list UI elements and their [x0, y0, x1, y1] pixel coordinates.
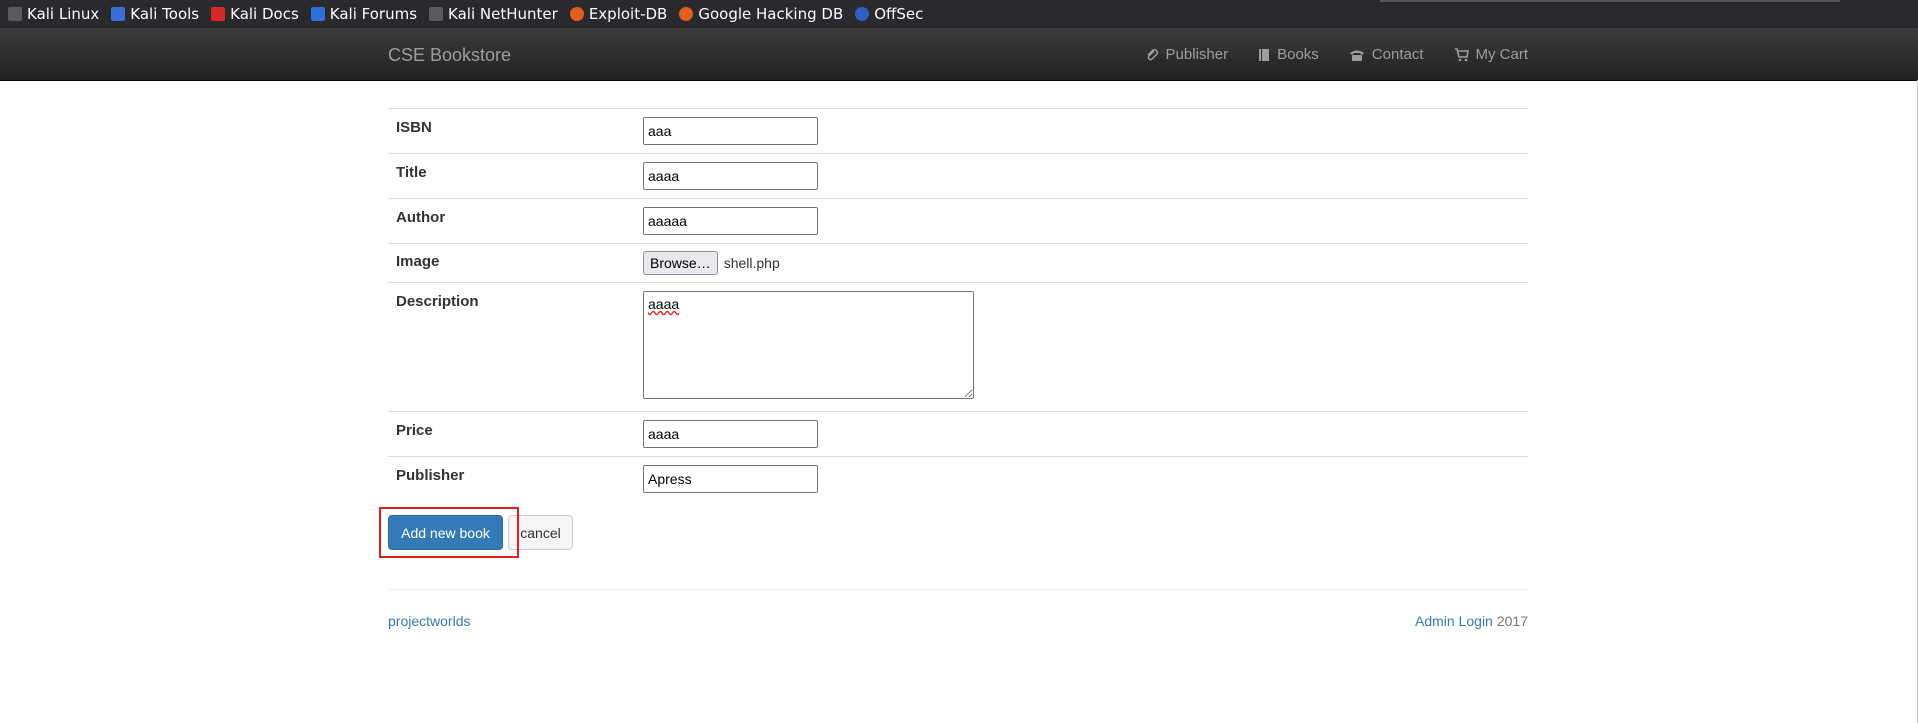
bookmark-label: Exploit-DB — [588, 5, 668, 23]
bookmark-kali-docs[interactable]: Kali Docs — [211, 5, 299, 23]
nav-label: Publisher — [1165, 46, 1229, 63]
bookmark-label: Kali Docs — [230, 5, 299, 23]
kali-dragon-icon — [429, 7, 444, 21]
bookmark-label: OffSec — [874, 5, 924, 23]
form-row-image: Image Browse… shell.php — [388, 243, 1528, 283]
book-icon — [1259, 48, 1270, 61]
form-row-publisher: Publisher — [388, 456, 1528, 502]
bookmark-label: Kali Forums — [329, 5, 418, 23]
kali-tools-icon — [111, 7, 126, 21]
title-input[interactable] — [643, 162, 818, 190]
footer-year: 2017 — [1496, 613, 1528, 629]
bookmark-kali-nethunter[interactable]: Kali NetHunter — [429, 5, 558, 23]
exploit-db-icon — [679, 7, 694, 21]
image-file-input[interactable]: Browse… shell.php — [643, 251, 1520, 275]
selected-file-name: shell.php — [723, 255, 780, 271]
nav-contact[interactable]: Contact — [1349, 46, 1424, 63]
form-row-price: Price — [388, 411, 1528, 457]
brand-link[interactable]: CSE Bookstore — [388, 45, 511, 66]
bookmark-google-hacking-db[interactable]: Google Hacking DB — [679, 5, 843, 23]
navbar: CSE Bookstore Publisher Books Contact My… — [0, 28, 1918, 81]
bookmark-exploit-db[interactable]: Exploit-DB — [569, 5, 668, 23]
isbn-input[interactable] — [643, 117, 818, 145]
form-row-title: Title — [388, 153, 1528, 199]
bookmark-label: Kali Tools — [130, 5, 200, 23]
exploit-db-icon — [569, 7, 584, 21]
nav-label: Books — [1277, 46, 1319, 63]
footer-divider — [388, 589, 1528, 590]
admin-login-link[interactable]: Admin Login — [1415, 613, 1493, 629]
kali-forums-icon — [310, 7, 325, 21]
offsec-icon — [855, 7, 870, 21]
nav-cart[interactable]: My Cart — [1454, 46, 1529, 63]
description-label: Description — [396, 293, 479, 310]
nav-label: Contact — [1371, 46, 1424, 63]
paperclip-icon — [1147, 48, 1158, 60]
kali-dragon-icon — [8, 7, 22, 21]
bookmarks-bar: Kali Linux Kali Tools Kali Docs Kali For… — [0, 0, 1918, 28]
cancel-button[interactable]: cancel — [508, 515, 573, 550]
image-label: Image — [396, 253, 440, 270]
bookmark-label: Kali Linux — [27, 5, 100, 23]
nav-publisher[interactable]: Publisher — [1145, 46, 1229, 63]
add-book-form: ISBN Title Author Image Browse… shell.ph… — [388, 108, 1528, 501]
nav-books[interactable]: Books — [1258, 46, 1319, 63]
bookmark-kali-forums[interactable]: Kali Forums — [310, 5, 418, 23]
browse-button[interactable]: Browse… — [643, 251, 718, 275]
publisher-input[interactable] — [643, 465, 818, 493]
form-row-isbn: ISBN — [388, 108, 1528, 154]
phone-icon — [1349, 50, 1364, 61]
form-row-author: Author — [388, 198, 1528, 244]
kali-docs-icon — [211, 7, 226, 21]
bookmark-label: Kali NetHunter — [448, 5, 558, 23]
bookmark-label: Google Hacking DB — [698, 5, 844, 23]
publisher-label: Publisher — [396, 467, 465, 484]
nav-links: Publisher Books Contact My Cart — [1115, 46, 1528, 63]
price-label: Price — [396, 422, 433, 439]
footer-right: Admin Login 2017 — [1415, 613, 1528, 629]
title-label: Title — [396, 164, 427, 181]
cart-icon — [1454, 47, 1469, 61]
author-input[interactable] — [643, 207, 818, 235]
isbn-label: ISBN — [396, 119, 432, 136]
bookmark-offsec[interactable]: OffSec — [855, 5, 923, 23]
description-textarea[interactable]: aaaa — [643, 291, 974, 399]
author-label: Author — [396, 209, 446, 226]
add-new-book-button[interactable]: Add new book — [388, 515, 503, 550]
browser-progress-strip — [1380, 0, 1840, 2]
bookmark-kali-tools[interactable]: Kali Tools — [111, 5, 199, 23]
price-input[interactable] — [643, 420, 818, 448]
footer-projectworlds-link[interactable]: projectworlds — [388, 613, 470, 629]
nav-label: My Cart — [1475, 46, 1529, 63]
bookmark-kali-linux[interactable]: Kali Linux — [8, 5, 99, 23]
form-row-description: Description aaaa — [388, 282, 1528, 412]
